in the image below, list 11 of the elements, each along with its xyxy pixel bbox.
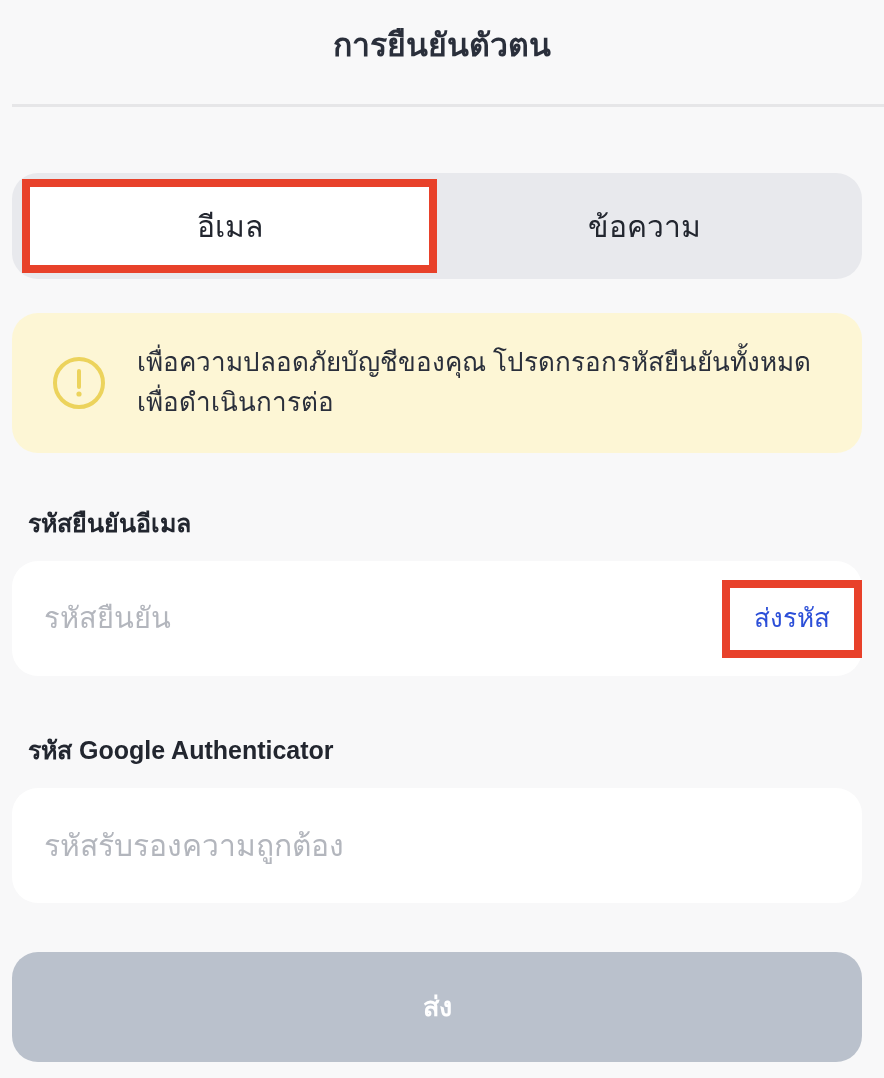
- page-title: การยืนยันตัวตน: [333, 26, 551, 65]
- notice-text: เพื่อความปลอดภัยบัญชีของคุณ โปรดกรอกรหัสยืนยันทั้งหมดเพื่อดำเนินการต่อ: [137, 341, 842, 425]
- text-field[interactable]: รหัสยืนยัน ส่งรหัส: [12, 561, 862, 676]
- warning-icon: [52, 356, 106, 410]
- tab[interactable]: ข้อความ: [437, 179, 852, 273]
- send-code-button[interactable]: ส่งรหัส: [722, 579, 862, 658]
- tab[interactable]: อีเมล: [22, 179, 437, 273]
- text-input[interactable]: รหัสยืนยัน: [44, 588, 722, 649]
- text-field[interactable]: รหัสรับรองความถูกต้อง: [12, 788, 862, 903]
- field-label: รหัสยืนยันอีเมล: [28, 508, 191, 539]
- field-label: รหัส Google Authenticator: [28, 735, 334, 766]
